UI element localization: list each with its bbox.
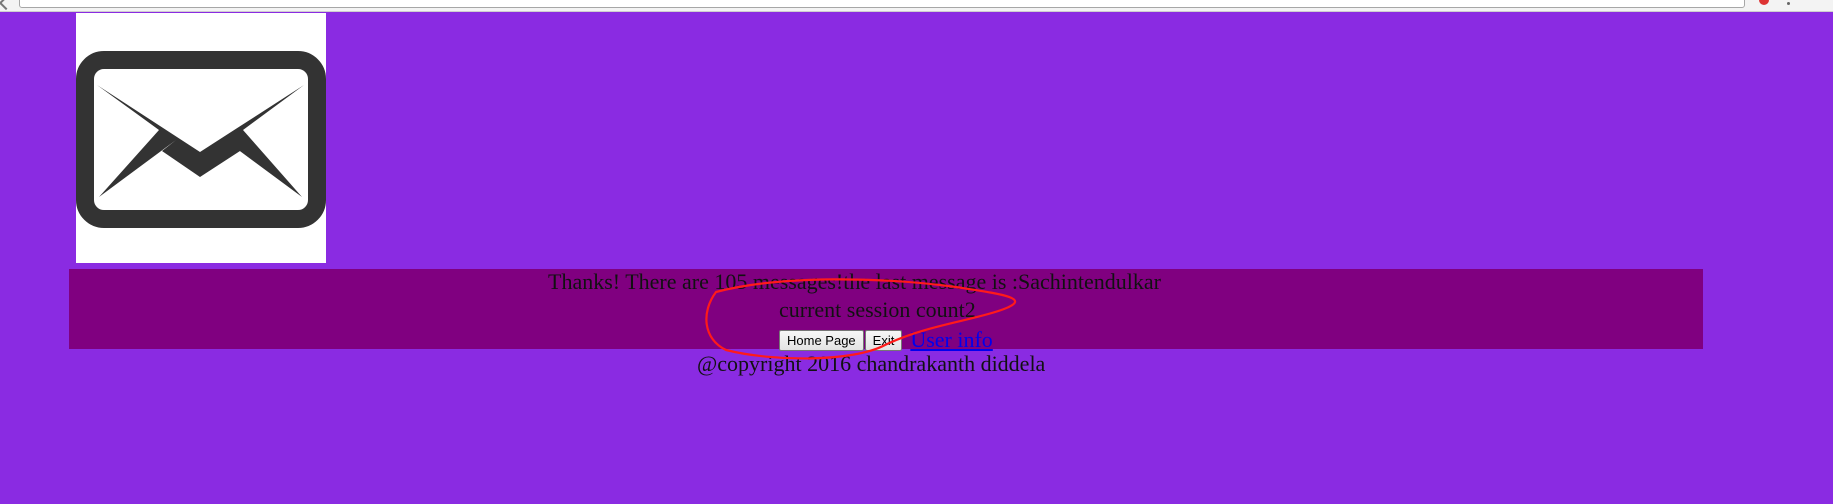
copyright-text: @copyright 2016 chandrakanth diddela [697,351,1046,376]
address-bar[interactable] [19,0,1745,8]
extension-icon[interactable] [1759,0,1769,5]
mail-logo [76,13,326,263]
home-page-button[interactable]: Home Page [779,329,864,351]
user-info-link[interactable]: User info [910,328,992,352]
browser-toolbar-strip [0,0,1833,12]
action-row: Home Page Exit User info [779,328,993,352]
back-arrow-icon[interactable] [0,0,14,11]
envelope-icon [76,13,326,263]
session-count-text: current session count2 [779,297,976,322]
exit-button[interactable]: Exit [864,329,903,351]
message-count-text: Thanks! There are 105 messages!the last … [548,269,1161,294]
